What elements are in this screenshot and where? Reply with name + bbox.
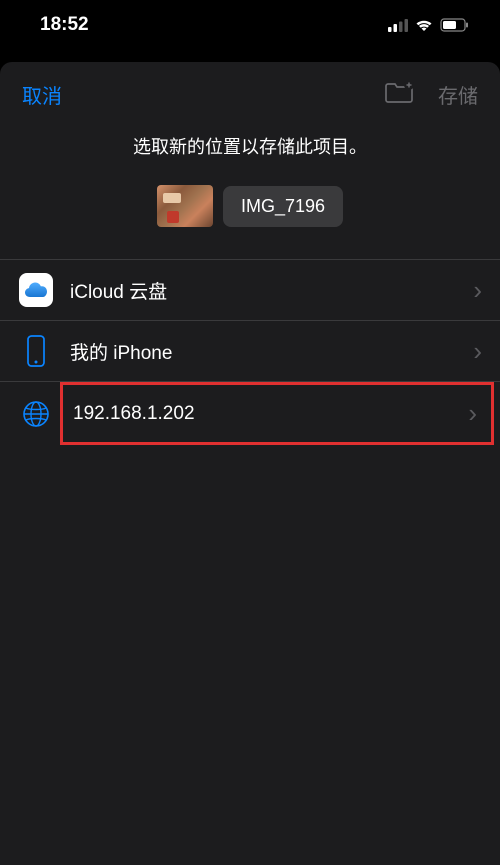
- location-list: iCloud 云盘 › 我的 iPhone ›: [0, 259, 500, 445]
- location-item-iphone[interactable]: 我的 iPhone ›: [0, 321, 500, 382]
- globe-icon: [18, 396, 54, 432]
- location-label: 192.168.1.202: [73, 403, 468, 425]
- location-item-network[interactable]: 192.168.1.202 ›: [0, 382, 500, 445]
- chevron-right-icon: ›: [473, 275, 482, 306]
- file-thumbnail: [157, 185, 213, 227]
- wifi-icon: [414, 18, 434, 32]
- new-folder-icon[interactable]: [384, 80, 414, 109]
- location-item-icloud[interactable]: iCloud 云盘 ›: [0, 260, 500, 321]
- chevron-right-icon: ›: [468, 398, 477, 429]
- status-bar: 18:52: [0, 0, 500, 50]
- chevron-right-icon: ›: [473, 336, 482, 367]
- status-icons: [388, 18, 470, 32]
- icloud-icon: [18, 272, 54, 308]
- location-label: iCloud 云盘: [70, 277, 473, 304]
- instruction-text: 选取新的位置以存储此项目。: [0, 127, 500, 185]
- cancel-button[interactable]: 取消: [22, 80, 62, 109]
- save-button[interactable]: 存储: [438, 80, 478, 109]
- save-sheet: 取消 存储 选取新的位置以存储此项目。 IMG_7196: [0, 62, 500, 865]
- status-time: 18:52: [40, 14, 89, 36]
- header-right: 存储: [384, 80, 478, 109]
- signal-icon: [388, 19, 408, 32]
- battery-icon: [440, 18, 470, 32]
- filename-pill[interactable]: IMG_7196: [223, 186, 343, 227]
- iphone-icon: [18, 333, 54, 369]
- sheet-header: 取消 存储: [0, 62, 500, 127]
- highlight-annotation: 192.168.1.202 ›: [60, 382, 494, 445]
- location-label: 我的 iPhone: [70, 338, 473, 365]
- file-preview: IMG_7196: [0, 185, 500, 259]
